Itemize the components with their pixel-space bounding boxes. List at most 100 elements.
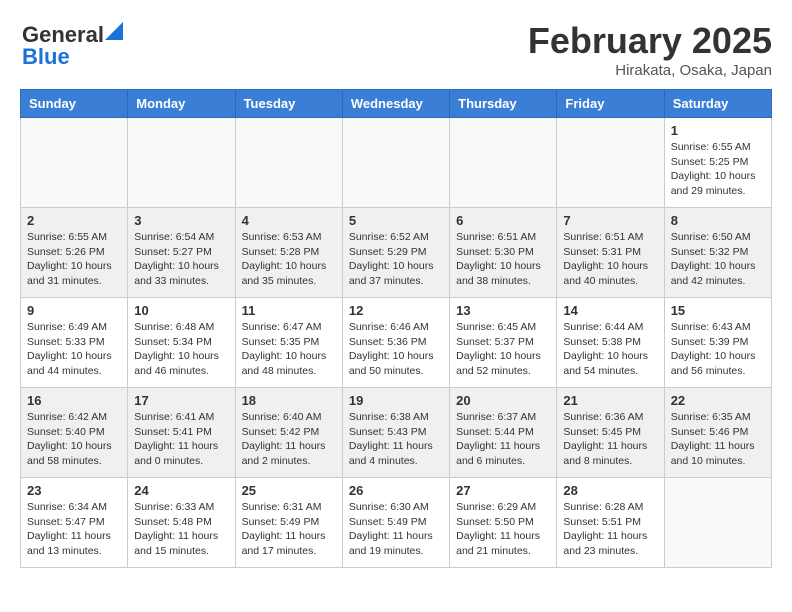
calendar-cell: 19Sunrise: 6:38 AM Sunset: 5:43 PM Dayli… <box>342 388 449 478</box>
calendar-subtitle: Hirakata, Osaka, Japan <box>528 62 772 79</box>
day-number: 16 <box>27 393 121 408</box>
day-number: 9 <box>27 303 121 318</box>
calendar-cell: 13 Sunrise: 6:45 AM Sunset: 5:37 PM Dayli… <box>450 298 557 388</box>
day-number: 22 <box>671 393 765 408</box>
day-info: Sunrise: 6:36 AM Sunset: 5:45 PM Dayligh… <box>563 410 657 469</box>
day-number: 3 <box>134 213 228 228</box>
calendar-cell <box>450 118 557 208</box>
day-info: Sunrise: 6:40 AM Sunset: 5:42 PM Dayligh… <box>242 410 336 469</box>
day-number: 23 <box>27 483 121 498</box>
day-info: Sunrise: 6:37 AM Sunset: 5:44 PM Dayligh… <box>456 410 550 469</box>
calendar-cell: 5Sunrise: 6:52 AM Sunset: 5:29 PM Daylig… <box>342 208 449 298</box>
day-info: Sunrise: 6:44 AM Sunset: 5:38 PM Dayligh… <box>563 320 657 379</box>
day-number: 27 <box>456 483 550 498</box>
calendar-cell: 12 Sunrise: 6:46 AM Sunset: 5:36 PM Dayli… <box>342 298 449 388</box>
day-info: Sunrise: 6:49 AM Sunset: 5:33 PM Dayligh… <box>27 320 121 379</box>
col-friday: Friday <box>557 90 664 118</box>
calendar-cell: 15 Sunrise: 6:43 AM Sunset: 5:39 PM Dayli… <box>664 298 771 388</box>
calendar-cell <box>557 118 664 208</box>
day-number: 21 <box>563 393 657 408</box>
title-block: February 2025 Hirakata, Osaka, Japan <box>528 20 772 79</box>
calendar-cell: 17 Sunrise: 6:41 AM Sunset: 5:41 PM Dayli… <box>128 388 235 478</box>
day-info: Sunrise: 6:50 AM Sunset: 5:32 PM Dayligh… <box>671 230 765 289</box>
calendar-cell: 20 Sunrise: 6:37 AM Sunset: 5:44 PM Dayli… <box>450 388 557 478</box>
calendar-cell: 18 Sunrise: 6:40 AM Sunset: 5:42 PM Dayli… <box>235 388 342 478</box>
calendar-cell: 28Sunrise: 6:28 AM Sunset: 5:51 PM Dayli… <box>557 478 664 568</box>
calendar-cell <box>21 118 128 208</box>
col-monday: Monday <box>128 90 235 118</box>
day-number: 12 <box>349 303 443 318</box>
calendar-cell: 4 Sunrise: 6:53 AM Sunset: 5:28 PM Daylig… <box>235 208 342 298</box>
calendar-cell: 22Sunrise: 6:35 AM Sunset: 5:46 PM Dayli… <box>664 388 771 478</box>
day-info: Sunrise: 6:33 AM Sunset: 5:48 PM Dayligh… <box>134 500 228 559</box>
calendar-cell: 11 Sunrise: 6:47 AM Sunset: 5:35 PM Dayli… <box>235 298 342 388</box>
day-info: Sunrise: 6:34 AM Sunset: 5:47 PM Dayligh… <box>27 500 121 559</box>
calendar-cell: 8 Sunrise: 6:50 AM Sunset: 5:32 PM Daylig… <box>664 208 771 298</box>
day-number: 24 <box>134 483 228 498</box>
day-info: Sunrise: 6:54 AM Sunset: 5:27 PM Dayligh… <box>134 230 228 289</box>
day-info: Sunrise: 6:55 AM Sunset: 5:25 PM Dayligh… <box>671 140 765 199</box>
logo-container: General Blue <box>22 22 123 70</box>
page-header: February 2025 Hirakata, Osaka, Japan <box>20 20 772 79</box>
calendar-cell: 23 Sunrise: 6:34 AM Sunset: 5:47 PM Dayli… <box>21 478 128 568</box>
col-wednesday: Wednesday <box>342 90 449 118</box>
day-number: 20 <box>456 393 550 408</box>
day-number: 26 <box>349 483 443 498</box>
calendar-cell: 9 Sunrise: 6:49 AM Sunset: 5:33 PM Daylig… <box>21 298 128 388</box>
day-number: 25 <box>242 483 336 498</box>
calendar-cell <box>128 118 235 208</box>
calendar-week-row: 23 Sunrise: 6:34 AM Sunset: 5:47 PM Dayli… <box>21 478 772 568</box>
calendar-cell: 3 Sunrise: 6:54 AM Sunset: 5:27 PM Daylig… <box>128 208 235 298</box>
calendar-cell: 26Sunrise: 6:30 AM Sunset: 5:49 PM Dayli… <box>342 478 449 568</box>
day-number: 15 <box>671 303 765 318</box>
calendar-cell <box>664 478 771 568</box>
calendar-cell: 27 Sunrise: 6:29 AM Sunset: 5:50 PM Dayli… <box>450 478 557 568</box>
day-number: 6 <box>456 213 550 228</box>
day-number: 8 <box>671 213 765 228</box>
day-info: Sunrise: 6:51 AM Sunset: 5:31 PM Dayligh… <box>563 230 657 289</box>
logo-triangle-icon <box>105 22 123 40</box>
day-info: Sunrise: 6:51 AM Sunset: 5:30 PM Dayligh… <box>456 230 550 289</box>
calendar-table: Sunday Monday Tuesday Wednesday Thursday… <box>20 89 772 568</box>
calendar-cell: 16 Sunrise: 6:42 AM Sunset: 5:40 PM Dayli… <box>21 388 128 478</box>
day-info: Sunrise: 6:29 AM Sunset: 5:50 PM Dayligh… <box>456 500 550 559</box>
calendar-cell: 7 Sunrise: 6:51 AM Sunset: 5:31 PM Daylig… <box>557 208 664 298</box>
day-info: Sunrise: 6:31 AM Sunset: 5:49 PM Dayligh… <box>242 500 336 559</box>
day-info: Sunrise: 6:52 AM Sunset: 5:29 PM Dayligh… <box>349 230 443 289</box>
calendar-week-row: 2 Sunrise: 6:55 AM Sunset: 5:26 PM Daylig… <box>21 208 772 298</box>
day-number: 13 <box>456 303 550 318</box>
day-info: Sunrise: 6:41 AM Sunset: 5:41 PM Dayligh… <box>134 410 228 469</box>
day-number: 2 <box>27 213 121 228</box>
day-info: Sunrise: 6:46 AM Sunset: 5:36 PM Dayligh… <box>349 320 443 379</box>
day-number: 7 <box>563 213 657 228</box>
day-number: 11 <box>242 303 336 318</box>
calendar-cell: 2 Sunrise: 6:55 AM Sunset: 5:26 PM Daylig… <box>21 208 128 298</box>
calendar-header-row: Sunday Monday Tuesday Wednesday Thursday… <box>21 90 772 118</box>
calendar-week-row: 16 Sunrise: 6:42 AM Sunset: 5:40 PM Dayli… <box>21 388 772 478</box>
calendar-week-row: 9 Sunrise: 6:49 AM Sunset: 5:33 PM Daylig… <box>21 298 772 388</box>
calendar-cell: 6 Sunrise: 6:51 AM Sunset: 5:30 PM Daylig… <box>450 208 557 298</box>
calendar-title: February 2025 <box>528 20 772 62</box>
day-info: Sunrise: 6:47 AM Sunset: 5:35 PM Dayligh… <box>242 320 336 379</box>
col-sunday: Sunday <box>21 90 128 118</box>
day-info: Sunrise: 6:55 AM Sunset: 5:26 PM Dayligh… <box>27 230 121 289</box>
calendar-cell: 14 Sunrise: 6:44 AM Sunset: 5:38 PM Dayli… <box>557 298 664 388</box>
day-number: 18 <box>242 393 336 408</box>
calendar-cell: 21 Sunrise: 6:36 AM Sunset: 5:45 PM Dayli… <box>557 388 664 478</box>
calendar-cell <box>342 118 449 208</box>
day-info: Sunrise: 6:43 AM Sunset: 5:39 PM Dayligh… <box>671 320 765 379</box>
col-thursday: Thursday <box>450 90 557 118</box>
day-info: Sunrise: 6:48 AM Sunset: 5:34 PM Dayligh… <box>134 320 228 379</box>
calendar-cell: 1Sunrise: 6:55 AM Sunset: 5:25 PM Daylig… <box>664 118 771 208</box>
calendar-cell: 10Sunrise: 6:48 AM Sunset: 5:34 PM Dayli… <box>128 298 235 388</box>
day-number: 4 <box>242 213 336 228</box>
day-info: Sunrise: 6:28 AM Sunset: 5:51 PM Dayligh… <box>563 500 657 559</box>
day-number: 17 <box>134 393 228 408</box>
day-info: Sunrise: 6:42 AM Sunset: 5:40 PM Dayligh… <box>27 410 121 469</box>
day-info: Sunrise: 6:53 AM Sunset: 5:28 PM Dayligh… <box>242 230 336 289</box>
calendar-cell <box>235 118 342 208</box>
calendar-cell: 25 Sunrise: 6:31 AM Sunset: 5:49 PM Dayli… <box>235 478 342 568</box>
col-saturday: Saturday <box>664 90 771 118</box>
day-number: 14 <box>563 303 657 318</box>
day-info: Sunrise: 6:45 AM Sunset: 5:37 PM Dayligh… <box>456 320 550 379</box>
